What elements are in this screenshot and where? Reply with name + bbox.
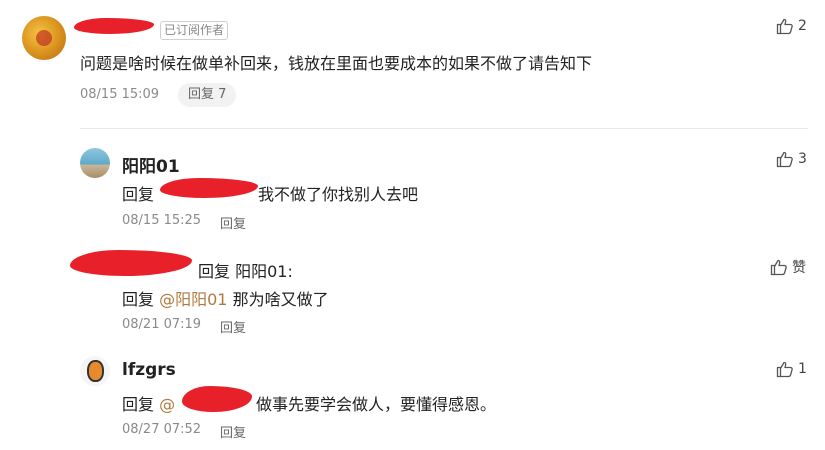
reply-text: 回复: [122, 181, 154, 205]
avatar[interactable]: [22, 16, 66, 60]
avatar[interactable]: [80, 356, 110, 386]
reply-time: 08/27 07:52: [122, 422, 202, 437]
mention-link[interactable]: @: [159, 395, 175, 414]
avatar-face: [87, 360, 104, 382]
divider: [80, 128, 808, 129]
redacted-username: [74, 18, 154, 34]
like-count: 1: [798, 361, 807, 377]
like-button[interactable]: 1: [776, 360, 807, 378]
reply-link[interactable]: 回复: [220, 317, 246, 336]
reply-link[interactable]: 回复: [220, 422, 246, 441]
reply-prefix: 回复: [122, 395, 155, 414]
like-button[interactable]: 3: [776, 150, 807, 168]
thumbs-up-icon: [776, 360, 794, 378]
reply-author[interactable]: lfzgrs: [122, 360, 176, 380]
like-label: 赞: [792, 260, 806, 276]
reply-link[interactable]: 回复: [220, 213, 246, 232]
reply-text-tail: 做事先要学会做人，要懂得感恩。: [256, 395, 497, 414]
reply-prefix: 回复: [122, 185, 155, 204]
like-button[interactable]: 赞: [770, 257, 806, 277]
reply-text-tail: 那为啥又做了: [232, 290, 329, 309]
reply-text: 回复 @: [122, 391, 175, 415]
subscribed-badge: 已订阅作者: [160, 21, 229, 40]
reply-text-tail: 我不做了你找别人去吧: [258, 185, 419, 204]
avatar-badge-mark: [36, 30, 52, 46]
reply-time: 08/21 07:19: [122, 317, 202, 332]
comment-text: 问题是啥时候在做单补回来，钱放在里面也要成本的如果不做了请告知下: [80, 54, 593, 73]
thumbs-up-icon: [776, 150, 794, 168]
thumbs-up-icon: [776, 17, 794, 35]
reply-prefix: 回复: [122, 290, 155, 309]
like-count: 3: [798, 151, 807, 167]
redacted-avatar-name: [70, 250, 192, 276]
reply-text: 回复 @阳阳01 那为啥又做了: [122, 286, 329, 310]
redacted-mention: [160, 178, 258, 198]
mention-link[interactable]: @阳阳01: [159, 290, 227, 309]
like-button[interactable]: 2: [776, 17, 807, 35]
reply-author[interactable]: 阳阳01: [122, 152, 180, 177]
avatar[interactable]: [80, 148, 110, 178]
redacted-mention: [182, 386, 252, 412]
comment-time: 08/15 15:09: [80, 87, 160, 102]
reply-time: 08/15 15:25: [122, 213, 202, 228]
thumbs-up-icon: [770, 258, 788, 276]
like-count: 2: [798, 18, 807, 34]
reply-header: 回复 阳阳01:: [198, 262, 293, 281]
view-replies-button[interactable]: 回复 7: [178, 83, 237, 107]
